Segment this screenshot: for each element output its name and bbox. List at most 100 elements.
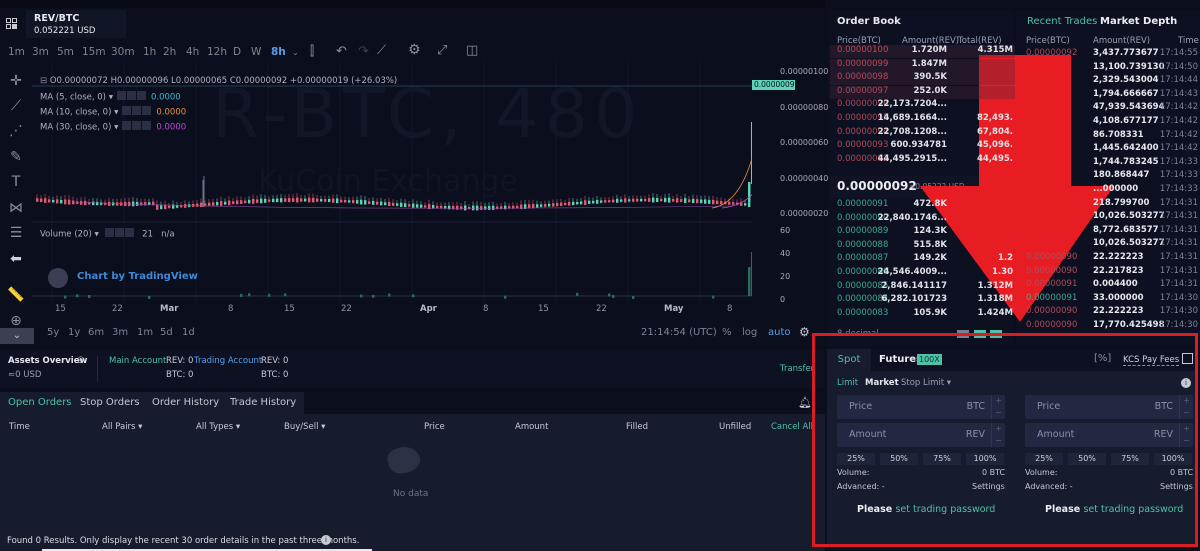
stepper[interactable]: + −	[991, 395, 1005, 419]
log-toggle[interactable]: log	[742, 327, 757, 338]
timeframe-3m[interactable]: 3m	[32, 46, 49, 58]
chevron-down-icon[interactable]: ⌄	[292, 48, 299, 57]
settings-link[interactable]: Settings	[1160, 482, 1193, 491]
fullscreen-icon[interactable]: ⤢	[437, 43, 447, 58]
order-book-row[interactable]: 0.00000090 22,840.1746...	[830, 213, 1015, 226]
timeframe-1m[interactable]: 1m	[8, 46, 25, 58]
range-1y[interactable]: 1y	[68, 327, 80, 338]
timeframe-2h[interactable]: 2h	[163, 46, 176, 58]
increment-icon[interactable]: +	[992, 395, 1005, 407]
stepper[interactable]: + −	[1179, 423, 1193, 447]
sell-pct-100%[interactable]: 100%	[1154, 453, 1192, 465]
buy-pct-75%[interactable]: 75%	[923, 453, 961, 465]
fib-tool-icon[interactable]: ⋰	[6, 122, 26, 140]
range-3m[interactable]: 3m	[112, 327, 128, 338]
percent-toggle[interactable]: %	[722, 327, 732, 338]
decrement-icon[interactable]: −	[1180, 435, 1193, 447]
timeframe-5m[interactable]: 5m	[57, 46, 74, 58]
order-book-row[interactable]: 0.00000088 515.8K	[830, 240, 1015, 253]
order-book-row[interactable]: 0.00000091 472.8K	[830, 199, 1015, 212]
range-5d[interactable]: 5d	[160, 327, 173, 338]
order-book-row[interactable]: 0.00000097 252.0K	[830, 85, 1015, 99]
timeframe-12h[interactable]: 12h	[207, 46, 227, 58]
sell-price-input[interactable]: Price BTC + −	[1025, 395, 1193, 419]
pattern-icon[interactable]: ⋈	[6, 199, 26, 217]
filter-all-types[interactable]: All Types ▾	[196, 422, 240, 432]
auto-toggle[interactable]: auto	[768, 327, 791, 338]
order-book-row[interactable]: 0.00000087 149.2K 1.2	[830, 253, 1015, 266]
order-book-row[interactable]: 0.00000085 2,846.141117 1.312M	[830, 281, 1015, 294]
order-book-row[interactable]: 0.00000099 1.847M	[830, 58, 1015, 72]
tab-recent-trades[interactable]: Recent Trades	[1027, 16, 1097, 27]
buy-price-input[interactable]: Price BTC + −	[837, 395, 1005, 419]
timeframe-1h[interactable]: 1h	[143, 46, 156, 58]
settings-link[interactable]: Settings	[972, 482, 1005, 491]
increment-icon[interactable]: +	[1180, 423, 1193, 435]
timeframe-4h[interactable]: 4h	[186, 46, 199, 58]
tab-open-orders[interactable]: Open Orders	[0, 392, 81, 414]
ma-controls[interactable]	[122, 106, 152, 118]
increment-icon[interactable]: +	[1180, 395, 1193, 407]
camera-icon[interactable]: ◫	[466, 43, 478, 58]
tradingview-logo-icon[interactable]	[48, 268, 68, 288]
trading-account-link[interactable]: Trading Account	[194, 356, 262, 366]
filter-buy-sell[interactable]: Buy/Sell ▾	[284, 422, 325, 432]
bell-icon[interactable]: 🔔︎	[798, 396, 812, 409]
buy-pct-50%[interactable]: 50%	[880, 453, 918, 465]
buy-pct-25%[interactable]: 25%	[837, 453, 875, 465]
order-book-row[interactable]: 0.00000100 1.720M 4.315M	[830, 45, 1015, 58]
range-1m[interactable]: 1m	[137, 327, 153, 338]
tradingview-link[interactable]: Chart by TradingView	[77, 271, 198, 282]
ma-controls[interactable]	[116, 91, 147, 103]
crosshair-icon[interactable]: ✛	[6, 72, 26, 90]
order-book-row[interactable]: 0.00000096 22,173.7204...	[830, 99, 1015, 112]
tab-stop-orders[interactable]: Stop Orders	[72, 392, 149, 414]
sell-pct-25%[interactable]: 25%	[1025, 453, 1063, 465]
trend-line-icon[interactable]: ⟋	[6, 97, 26, 115]
order-book-row[interactable]: 0.00000095 14,689.1664... 82,493.	[830, 113, 1015, 126]
cancel-all-button[interactable]: Cancel All	[771, 422, 813, 432]
collapse-legend-icon[interactable]: ⊟	[40, 76, 50, 86]
decrement-icon[interactable]: −	[992, 435, 1005, 447]
buy-amount-input[interactable]: Amount REV + −	[837, 423, 1005, 447]
text-tool-icon[interactable]: T	[6, 173, 26, 191]
eye-icon[interactable]: ◎	[77, 355, 84, 365]
timeframe-D[interactable]: D	[233, 46, 241, 58]
prediction-icon[interactable]: ☰	[6, 224, 26, 242]
transfer-link[interactable]: Transfer	[780, 364, 814, 374]
order-book-row[interactable]: 0.00000098 390.5K	[830, 72, 1015, 86]
info-icon[interactable]: i	[321, 535, 331, 545]
stepper[interactable]: + −	[991, 423, 1005, 447]
range-5y[interactable]: 5y	[47, 327, 59, 338]
brush-icon[interactable]: ✎	[6, 148, 26, 166]
indicators-icon[interactable]: ⟋	[377, 43, 386, 58]
sell-pct-50%[interactable]: 50%	[1068, 453, 1106, 465]
range-1d[interactable]: 1d	[182, 327, 195, 338]
tab-order-history[interactable]: Order History	[144, 392, 229, 414]
candle-type-icon[interactable]: ⫿	[310, 44, 314, 59]
order-book-row[interactable]: 0.00000094 22,708.1208... 67,804.	[830, 127, 1015, 140]
order-book-row[interactable]: 0.00000093 600.934781 45,096.	[830, 140, 1015, 153]
timeframe-W[interactable]: W	[251, 46, 261, 58]
order-book-row[interactable]: 0.00000083 105.9K 1.424M	[830, 308, 1015, 321]
sell-amount-input[interactable]: Amount REV + −	[1025, 423, 1193, 447]
order-book-row[interactable]: 0.00000086 24,546.4009... 1.30	[830, 267, 1015, 280]
undo-icon[interactable]: ↶	[336, 44, 347, 59]
settings-gear-icon[interactable]: ⚙	[408, 42, 421, 58]
back-arrow-icon[interactable]: ⬅	[6, 250, 26, 268]
chart-settings-icon[interactable]: ⚙	[799, 325, 810, 339]
main-account-link[interactable]: Main Account	[109, 356, 166, 366]
buy-pct-100%[interactable]: 100%	[966, 453, 1004, 465]
decrement-icon[interactable]: −	[992, 407, 1005, 419]
timeframe-15m[interactable]: 15m	[82, 46, 106, 58]
filter-all-pairs[interactable]: All Pairs ▾	[102, 422, 142, 432]
set-trading-password-link[interactable]: set trading password	[895, 504, 995, 515]
timeframe-30m[interactable]: 30m	[111, 46, 135, 58]
increment-icon[interactable]: +	[992, 423, 1005, 435]
collapse-chevron-icon[interactable]: ⌄	[0, 328, 34, 344]
order-book-row[interactable]: 0.00000084 6,282.101723 1.318M	[830, 294, 1015, 307]
tab-market-depth[interactable]: Market Depth	[1100, 16, 1177, 27]
redo-icon[interactable]: ↷	[358, 44, 369, 59]
ruler-icon[interactable]: 📏	[6, 286, 26, 304]
ma-controls[interactable]	[122, 121, 152, 133]
